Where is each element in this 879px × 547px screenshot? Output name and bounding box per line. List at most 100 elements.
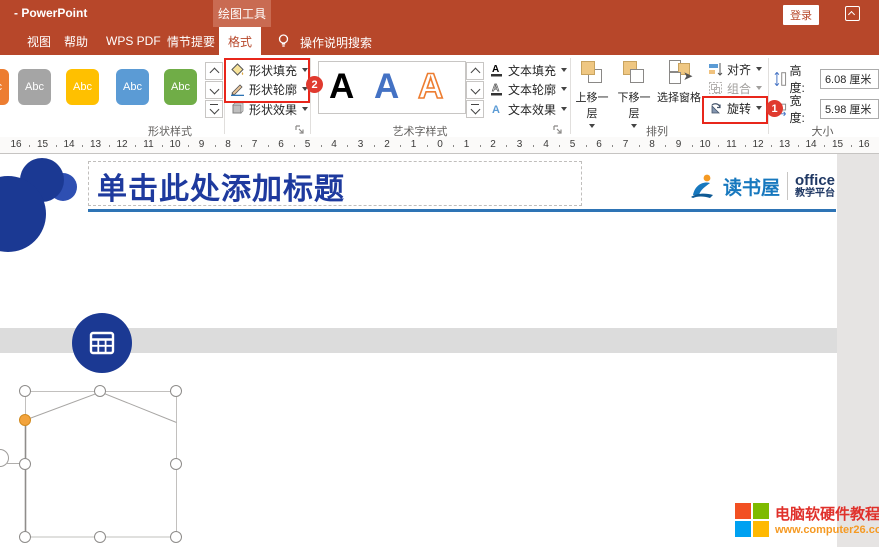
wordart-style-1[interactable]: A [329, 65, 354, 109]
ruler-tick [215, 145, 216, 147]
ruler-tick [639, 145, 640, 147]
annotation-badge-2: 2 [306, 76, 323, 93]
ruler-number: 7 [252, 139, 258, 150]
brand-separator [787, 172, 788, 200]
menu-tab-5[interactable]: 格式 [219, 27, 261, 55]
powerpoint-window: - PowerPoint 绘图工具 登录 视图帮助WPS PDF情节提要格式 操… [0, 0, 879, 547]
group-icon [708, 81, 723, 95]
ruler-number: 13 [90, 139, 101, 150]
handle-adjust[interactable] [19, 414, 31, 426]
selection-pane-icon: ➤ [666, 59, 692, 85]
svg-text:A: A [492, 83, 499, 94]
selection-pane-button[interactable]: ➤ 选择窗格 [656, 59, 702, 105]
handle-mid-left[interactable] [19, 458, 31, 470]
ruler-number: 8 [225, 139, 231, 150]
menu-tab-1[interactable]: 视图 [18, 27, 60, 55]
ruler-tick [56, 145, 57, 147]
text-fill-icon: A [489, 63, 504, 77]
ruler-number: 7 [623, 139, 629, 150]
ruler-number: 14 [805, 139, 816, 150]
ruler-tick [294, 145, 295, 147]
height-input[interactable]: 6.08 厘米 [820, 69, 879, 89]
handle-bottom-left[interactable] [19, 531, 31, 543]
handle-top-right[interactable] [170, 385, 182, 397]
shape-style-preset-5[interactable]: Abc [164, 69, 197, 105]
separator [310, 58, 311, 134]
wordart-style-2[interactable]: A [374, 65, 399, 109]
height-icon [774, 71, 787, 87]
horizontal-ruler[interactable]: 1615141312111098765432101234567891011121… [0, 137, 879, 154]
reader-icon [688, 172, 716, 200]
handle-top-left[interactable] [19, 385, 31, 397]
ruler-tick [268, 145, 269, 147]
brand-right-top: office [795, 173, 835, 189]
ruler-tick [480, 145, 481, 147]
watermark-site-name: 电脑软硬件教程网 [775, 503, 879, 524]
text-effects-icon: A [489, 102, 504, 116]
menu-tab-4[interactable]: 情节提要 [158, 27, 224, 55]
window-title: - PowerPoint [14, 6, 87, 20]
gallery-up-icon[interactable] [205, 62, 223, 80]
width-field-row: 宽度: 5.98 厘米 [774, 92, 879, 126]
wordart-style-3[interactable]: A [418, 65, 443, 109]
wordart-up-icon[interactable] [466, 62, 484, 80]
bring-forward-icon [579, 59, 605, 85]
ruler-tick [453, 145, 454, 147]
ruler-number: 6 [596, 139, 602, 150]
ruler-tick [798, 145, 799, 147]
text-effects-button[interactable]: A 文本效果 [489, 100, 567, 118]
contextual-tab-drawing-tools[interactable]: 绘图工具 [213, 0, 271, 27]
ribbon-display-options-icon[interactable] [845, 6, 860, 21]
gallery-more-icon[interactable] [205, 100, 223, 118]
menu-tab-2[interactable]: 帮助 [55, 27, 97, 55]
ruler-number: 16 [858, 139, 869, 150]
handle-top-mid[interactable] [94, 385, 106, 397]
gallery-down-icon[interactable] [205, 81, 223, 99]
ruler-number: 12 [752, 139, 763, 150]
titlebar: - PowerPoint 绘图工具 登录 [0, 0, 879, 27]
width-label: 宽度: [790, 92, 816, 126]
tell-me-search[interactable]: 操作说明搜索 [300, 34, 372, 51]
wordart-more-icon[interactable] [466, 100, 484, 118]
shape-style-preset-3[interactable]: Abc [66, 69, 99, 105]
annotation-box-2 [224, 58, 310, 103]
send-backward-icon [621, 59, 647, 85]
svg-text:A: A [492, 104, 500, 116]
ruler-number: 16 [10, 139, 21, 150]
ruler-number: 3 [517, 139, 523, 150]
ruler-tick [162, 145, 163, 147]
handle-bottom-right[interactable] [170, 531, 182, 543]
send-backward-button[interactable]: 下移一层 [614, 59, 654, 128]
ruler-tick [82, 145, 83, 147]
ruler-tick [824, 145, 825, 147]
ruler-tick [374, 145, 375, 147]
width-input[interactable]: 5.98 厘米 [820, 99, 879, 119]
shape-styles-dialog-launcher-icon[interactable] [294, 124, 305, 135]
handle-bottom-mid[interactable] [94, 531, 106, 543]
text-fill-button[interactable]: A 文本填充 [489, 61, 567, 79]
ruler-number: 1 [411, 139, 417, 150]
text-outline-button[interactable]: A 文本轮廓 [489, 80, 567, 98]
wordart-gallery[interactable]: AAA [318, 61, 466, 114]
group-button[interactable]: 组合 [708, 79, 762, 97]
ruler-tick [851, 145, 852, 147]
slide-canvas[interactable]: 单击此处添加标题 读书屋 office 教学平台 [0, 154, 879, 547]
ruler-tick [771, 145, 772, 147]
shape-style-preset-1[interactable]: Abc [0, 69, 9, 105]
ruler-tick [347, 145, 348, 147]
ruler-number: 10 [169, 139, 180, 150]
wordart-down-icon[interactable] [466, 81, 484, 99]
ruler-number: 0 [437, 139, 443, 150]
ruler-number: 10 [699, 139, 710, 150]
gallery-scroll [205, 62, 222, 119]
shape-style-preset-4[interactable]: Abc [116, 69, 149, 105]
handle-mid-right[interactable] [170, 458, 182, 470]
login-button[interactable]: 登录 [783, 5, 819, 25]
wordart-scroll [466, 62, 483, 119]
align-button[interactable]: 对齐 [708, 60, 762, 78]
ruler-number: 9 [199, 139, 205, 150]
shape-style-preset-2[interactable]: Abc [18, 69, 51, 105]
annotation-box-1 [702, 96, 768, 124]
bring-forward-button[interactable]: 上移一层 [572, 59, 612, 128]
wordart-dialog-launcher-icon[interactable] [552, 124, 563, 135]
